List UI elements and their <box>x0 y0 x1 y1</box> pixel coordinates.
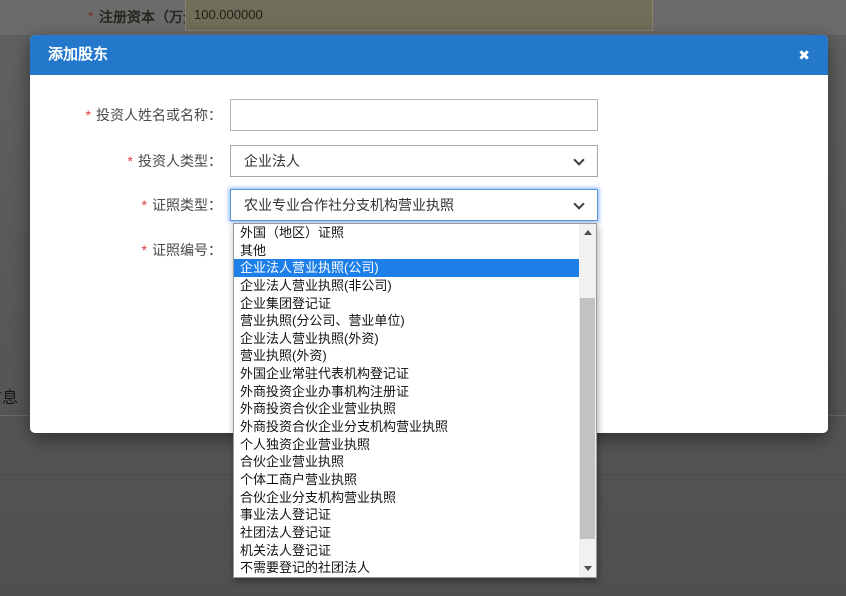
modal-header: 添加股东 ✖ <box>30 35 828 75</box>
investor-type-selected-value: 企业法人 <box>244 153 300 169</box>
dropdown-option[interactable]: 外商投资企业办事机构注册证 <box>234 383 579 401</box>
registered-capital-label: 注册资本（万元）： <box>99 7 218 27</box>
dropdown-option-highlighted[interactable]: 企业法人营业执照(公司) <box>234 259 579 277</box>
dropdown-option[interactable]: 其他 <box>234 242 579 260</box>
license-type-select[interactable]: 农业专业合作社分支机构营业执照 <box>230 189 598 221</box>
dropdown-option[interactable]: 社团法人登记证 <box>234 524 579 542</box>
close-icon[interactable]: ✖ <box>798 35 810 75</box>
investor-type-select[interactable]: 企业法人 <box>230 145 598 177</box>
license-number-label: *证照编号： <box>30 234 222 266</box>
required-asterisk: * <box>142 242 147 258</box>
chevron-down-icon <box>573 198 584 209</box>
dropdown-option[interactable]: 营业执照(分公司、营业单位) <box>234 312 579 330</box>
background-form-row: * 注册资本（万元）： <box>0 0 846 35</box>
required-asterisk: * <box>88 8 93 24</box>
required-asterisk: * <box>86 107 91 123</box>
triangle-down-icon <box>584 566 592 571</box>
dropdown-option[interactable]: 营业执照(外资) <box>234 347 579 365</box>
chevron-down-icon <box>573 154 584 165</box>
dropdown-option[interactable]: 合伙企业营业执照 <box>234 453 579 471</box>
triangle-up-icon <box>584 230 592 235</box>
dropdown-option[interactable]: 个人独资企业营业执照 <box>234 436 579 454</box>
license-type-selected-value: 农业专业合作社分支机构营业执照 <box>244 197 454 213</box>
dropdown-option-list: 外国（地区）证照 其他 企业法人营业执照(公司) 企业法人营业执照(非公司) 企… <box>234 224 579 577</box>
license-type-row: *证照类型： 农业专业合作社分支机构营业执照 <box>30 189 598 221</box>
dropdown-option[interactable]: 企业集团登记证 <box>234 295 579 313</box>
scroll-up-icon[interactable] <box>579 224 596 241</box>
investor-type-row: *投资人类型： 企业法人 <box>30 145 598 177</box>
screen: * 注册资本（万元）： 信息 添加股东 ✖ *投资人姓名或名称： *投资人类型：… <box>0 0 846 596</box>
modal-title: 添加股东 <box>48 35 108 75</box>
dropdown-scrollbar[interactable] <box>579 224 596 577</box>
dropdown-option[interactable]: 不需要登记的社团法人 <box>234 559 579 577</box>
dropdown-option[interactable]: 企业法人营业执照(非公司) <box>234 277 579 295</box>
required-asterisk: * <box>128 153 133 169</box>
dropdown-option[interactable]: 合伙企业分支机构营业执照 <box>234 489 579 507</box>
dropdown-option[interactable]: 外国企业常驻代表机构登记证 <box>234 365 579 383</box>
investor-name-label: *投资人姓名或名称： <box>30 99 222 131</box>
scroll-down-icon[interactable] <box>579 560 596 577</box>
dropdown-option[interactable]: 机关法人登记证 <box>234 542 579 560</box>
background-clipped-text: 信息 <box>0 384 18 408</box>
license-type-dropdown: 外国（地区）证照 其他 企业法人营业执照(公司) 企业法人营业执照(非公司) 企… <box>233 223 597 578</box>
investor-type-label: *投资人类型： <box>30 145 222 177</box>
license-type-label: *证照类型： <box>30 189 222 221</box>
dropdown-option[interactable]: 外商投资合伙企业分支机构营业执照 <box>234 418 579 436</box>
scrollbar-thumb[interactable] <box>580 298 595 539</box>
required-asterisk: * <box>142 197 147 213</box>
registered-capital-input <box>185 0 653 31</box>
investor-name-input[interactable] <box>230 99 598 131</box>
dropdown-option[interactable]: 事业法人登记证 <box>234 506 579 524</box>
dropdown-option[interactable]: 外商投资合伙企业营业执照 <box>234 400 579 418</box>
dropdown-option[interactable]: 企业法人营业执照(外资) <box>234 330 579 348</box>
dropdown-option[interactable]: 个体工商户营业执照 <box>234 471 579 489</box>
investor-name-row: *投资人姓名或名称： <box>30 99 598 131</box>
dropdown-option[interactable]: 外国（地区）证照 <box>234 224 579 242</box>
